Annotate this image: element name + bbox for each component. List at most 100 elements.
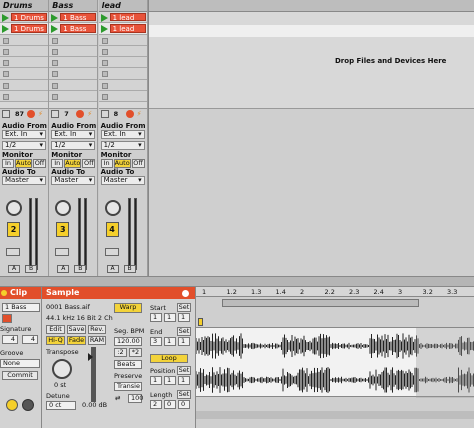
length-set-button[interactable]: Set [177,390,191,399]
waveform-editor[interactable]: 1 1.2 1.3 1.4 2 2.2 2.3 2.4 3 3.2 3.3 [195,287,474,428]
clip-slot[interactable] [49,57,98,69]
monitor-auto-button[interactable]: Auto [15,159,32,168]
play-icon[interactable] [100,14,108,22]
stop-slot-icon[interactable] [101,82,108,89]
start-field[interactable]: 1 [178,313,190,322]
track-title[interactable]: Bass [49,0,98,12]
clip-slot[interactable]: 1 Drums [0,23,48,35]
clip-slot[interactable] [0,79,48,92]
clip-name[interactable]: 1 lead [109,13,146,22]
stop-slot-icon[interactable] [52,37,59,44]
clip-slot[interactable] [98,68,147,80]
end-field[interactable]: 1 [178,337,190,346]
end-field[interactable]: 1 [164,337,176,346]
stop-slot-icon[interactable] [52,71,59,78]
crossfade-a-button[interactable]: A [8,265,20,273]
start-marker-icon[interactable] [198,318,203,326]
loop-button[interactable]: Loop [150,354,188,363]
pos-field[interactable]: 1 [164,376,176,385]
audio-from-select[interactable]: Ext. In [51,130,96,139]
clip-slot[interactable] [98,91,147,103]
panel-divider[interactable] [0,276,474,287]
start-field[interactable]: 1 [150,313,162,322]
solo-icon[interactable]: ⚡ [38,110,43,118]
pan-knob[interactable] [104,200,121,216]
stop-slot-icon[interactable] [52,60,59,67]
solo-icon[interactable]: ⚡ [87,110,92,118]
double-bpm-button[interactable]: *2 [129,348,142,357]
signature-numerator[interactable]: 4 [2,335,18,344]
commit-button[interactable]: Commit [2,371,38,380]
loop-brace[interactable] [222,299,419,307]
start-set-button[interactable]: Set [177,303,191,312]
edit-button[interactable]: Edit [46,325,65,334]
audio-from-select[interactable]: Ext. In [2,130,46,139]
stop-slot-icon[interactable] [3,71,9,78]
crossfade-b-button[interactable]: B [74,265,87,273]
stop-slot-icon[interactable] [101,37,108,44]
input-channel-select[interactable]: 1/2 [2,141,46,150]
clip-slot[interactable] [49,34,98,46]
play-icon[interactable] [100,25,108,34]
track-title[interactable]: lead [98,0,147,12]
clip-slot[interactable] [0,57,48,69]
track-stop-icon[interactable] [100,110,109,118]
solo-button[interactable] [55,248,70,256]
clip-slot[interactable]: 1 lead [98,23,147,35]
warp-button[interactable]: Warp [114,303,142,313]
pan-knob[interactable] [6,200,22,216]
crossfade-b-button[interactable]: B [25,265,37,273]
groove-select[interactable]: None [0,359,40,368]
waveform-scrollbar[interactable] [196,411,474,419]
clip-slot[interactable] [98,79,147,92]
track-stop-icon[interactable] [2,110,10,118]
solo-icon[interactable]: ⚡ [137,110,142,118]
track-title[interactable]: Drums [0,0,48,12]
clip-name-field[interactable]: 1 Bass [2,303,40,312]
len-field[interactable]: 0 [164,400,176,409]
clip-name[interactable]: 1 Bass [60,13,97,22]
reverse-button[interactable]: Rev. [88,325,106,334]
ram-button[interactable]: RAM [88,336,106,345]
audio-from-select[interactable]: Ext. In [100,130,145,139]
stop-icon[interactable] [22,399,34,411]
clip-name[interactable]: 1 Drums [11,13,47,22]
detune-field[interactable]: 0 ct [46,401,76,410]
clip-toggle-icon[interactable] [1,290,7,296]
fade-button[interactable]: Fade [67,336,86,345]
audio-to-select[interactable]: Master [100,176,145,185]
clip-slot[interactable] [0,34,48,46]
signature-denominator[interactable]: 4 [22,335,38,344]
end-field[interactable]: 3 [150,337,162,346]
monitor-in-button[interactable]: In [2,159,14,168]
clip-slot[interactable] [98,57,147,69]
track-activator-button[interactable]: 3 [56,222,70,237]
half-bpm-button[interactable]: :2 [114,348,127,357]
stop-slot-icon[interactable] [101,71,108,78]
audio-to-select[interactable]: Master [51,176,96,185]
monitor-auto-button[interactable]: Auto [113,159,131,168]
clip-slot[interactable]: 1 Drums [0,12,48,24]
solo-button[interactable] [104,248,119,256]
clip-color-button[interactable] [2,314,12,323]
end-set-button[interactable]: Set [177,327,191,336]
drop-area[interactable]: Drop Files and Devices Here [148,0,474,276]
preserve-select[interactable]: Transie [114,382,142,391]
crossfade-b-button[interactable]: B [123,265,136,273]
stop-slot-icon[interactable] [101,60,108,67]
play-icon[interactable] [51,25,59,34]
stop-slot-icon[interactable] [52,94,59,101]
clip-slot[interactable]: 1 Bass [49,12,98,24]
clip-slot[interactable] [98,45,147,58]
clip-slot[interactable]: 1 lead [98,12,147,24]
input-channel-select[interactable]: 1/2 [100,141,145,150]
stop-slot-icon[interactable] [52,82,59,89]
monitor-off-button[interactable]: Off [33,159,46,168]
input-channel-select[interactable]: 1/2 [51,141,96,150]
audio-to-select[interactable]: Master [2,176,46,185]
stop-slot-icon[interactable] [3,60,9,67]
loop-mode-icon[interactable]: ⇄ [115,394,120,402]
record-icon[interactable] [27,110,35,118]
clip-name[interactable]: 1 lead [109,24,146,33]
play-icon[interactable] [51,14,59,22]
